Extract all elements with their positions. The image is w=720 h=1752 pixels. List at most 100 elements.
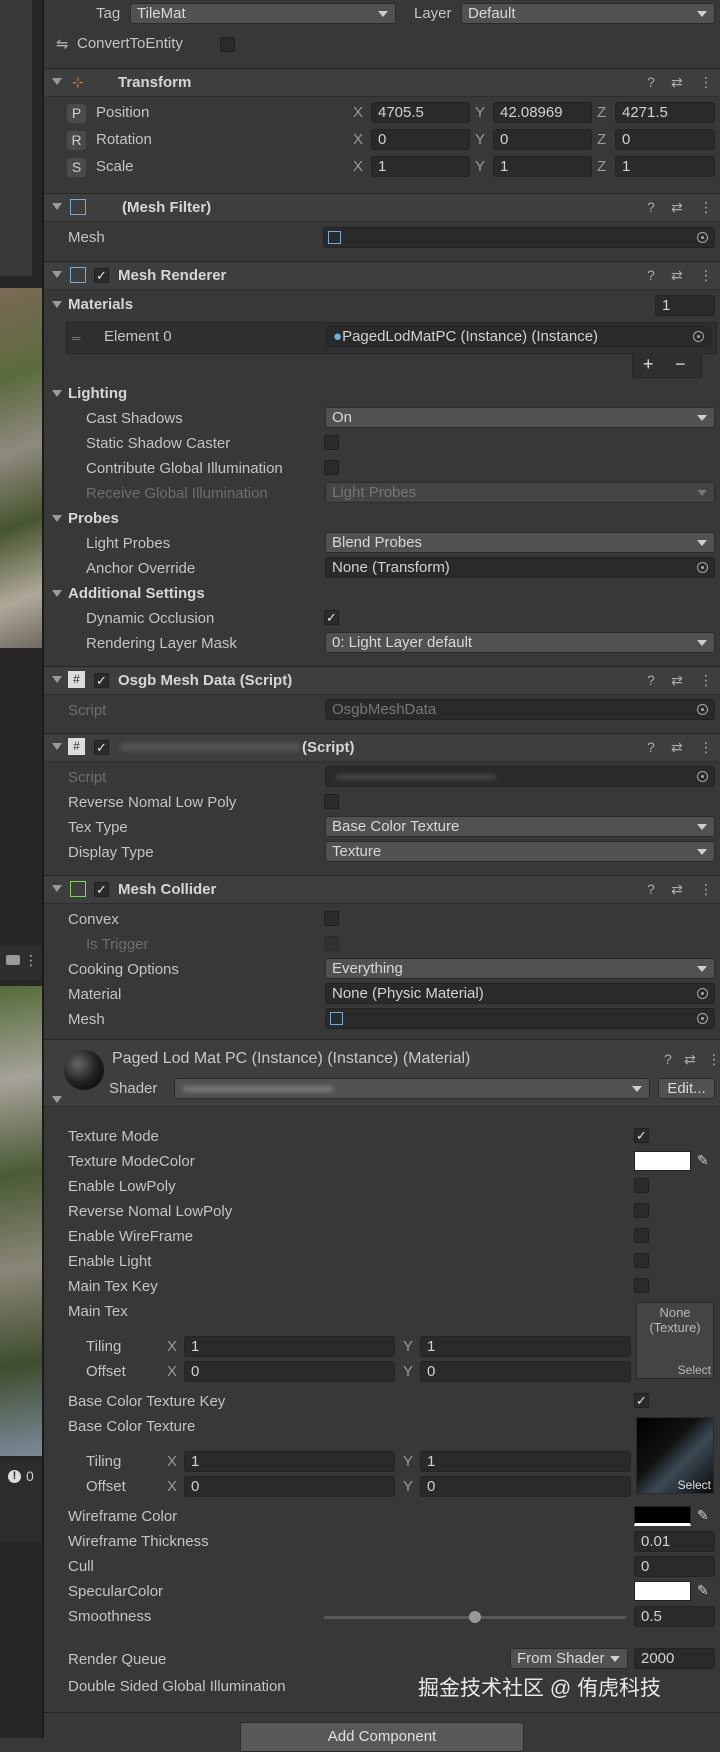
foldout-arrow-icon[interactable] — [52, 203, 62, 210]
remove-element-button[interactable]: − — [675, 354, 686, 375]
mesh-collider-header[interactable]: ✓ Mesh Collider ? ⇄ ⋮ — [44, 875, 720, 904]
foldout-arrow-icon[interactable] — [52, 78, 62, 85]
cooking-options-dropdown[interactable]: Everything — [325, 958, 715, 979]
display-type-dropdown[interactable]: Texture — [325, 841, 715, 862]
specular-color-swatch[interactable] — [634, 1581, 691, 1601]
foldout-arrow-icon[interactable] — [52, 271, 62, 278]
eyedropper-icon[interactable]: ✎ — [697, 1507, 709, 1524]
main-tex-slot[interactable]: None (Texture) Select — [636, 1302, 714, 1379]
main-tex-key-checkbox[interactable] — [634, 1278, 649, 1293]
mesh-field[interactable] — [323, 227, 715, 248]
additional-foldout-icon[interactable] — [52, 590, 62, 597]
enable-lowpoly-checkbox[interactable] — [634, 1178, 649, 1193]
position-y-input[interactable]: 42.08969 — [493, 102, 592, 123]
add-element-button[interactable]: + — [643, 354, 654, 375]
main-tex-tiling-y-input[interactable]: 1 — [420, 1336, 631, 1357]
mesh-filter-header[interactable]: (Mesh Filter) ? ⇄ ⋮ — [44, 193, 720, 222]
dynamic-occlusion-checkbox[interactable]: ✓ — [324, 610, 339, 625]
position-z-input[interactable]: 4271.5 — [615, 102, 715, 123]
anchor-override-field[interactable]: None (Transform) — [325, 557, 715, 578]
context-menu-icon[interactable]: ⋮ — [699, 267, 713, 284]
tag-dropdown[interactable]: TileMat — [130, 3, 396, 24]
texture-mode-color-swatch[interactable] — [634, 1151, 691, 1171]
object-picker-icon[interactable] — [697, 562, 708, 573]
custom-script-enabled-checkbox[interactable]: ✓ — [94, 740, 109, 755]
preset-icon[interactable]: ⇄ — [671, 267, 683, 284]
custom-script-header[interactable]: # ✓ (Script) ? ⇄ ⋮ — [44, 733, 720, 762]
help-icon[interactable]: ? — [647, 881, 655, 897]
base-tiling-x-input[interactable]: 1 — [184, 1451, 395, 1472]
base-color-select-button[interactable]: Select — [678, 1478, 711, 1492]
rendering-layer-dropdown[interactable]: 0: Light Layer default — [325, 632, 715, 653]
mesh-collider-enabled-checkbox[interactable]: ✓ — [94, 882, 109, 897]
foldout-arrow-icon[interactable] — [52, 676, 62, 683]
context-menu-icon[interactable]: ⋮ — [699, 739, 713, 756]
texture-mode-checkbox[interactable]: ✓ — [634, 1128, 649, 1143]
preset-icon[interactable]: ⇄ — [671, 739, 683, 756]
scene-viewport-lower[interactable] — [0, 986, 42, 1456]
help-icon[interactable]: ? — [647, 739, 655, 755]
preset-icon[interactable]: ⇄ — [684, 1051, 696, 1068]
cast-shadows-dropdown[interactable]: On — [325, 407, 715, 428]
element-0-field[interactable]: ●PagedLodMatPC (Instance) (Instance) — [326, 326, 711, 347]
base-color-tex-slot[interactable]: Select — [636, 1417, 714, 1494]
help-icon[interactable]: ? — [647, 74, 655, 90]
main-tex-offset-y-input[interactable]: 0 — [420, 1361, 631, 1382]
context-menu-icon[interactable]: ⋮ — [699, 672, 713, 689]
wireframe-color-swatch[interactable] — [634, 1506, 691, 1526]
context-menu-icon[interactable]: ⋮ — [699, 74, 713, 91]
materials-foldout-icon[interactable] — [52, 301, 62, 308]
enable-wireframe-checkbox[interactable] — [634, 1228, 649, 1243]
help-icon[interactable]: ? — [647, 267, 655, 283]
help-icon[interactable]: ? — [647, 672, 655, 688]
more-icon[interactable]: ⋮ — [24, 952, 38, 969]
preset-icon[interactable]: ⇄ — [671, 74, 683, 91]
drag-handle-icon[interactable]: ═ — [72, 331, 81, 345]
enable-light-checkbox[interactable] — [634, 1253, 649, 1268]
foldout-arrow-icon[interactable] — [52, 885, 62, 892]
contribute-gi-checkbox[interactable] — [324, 460, 339, 475]
preset-icon[interactable]: ⇄ — [671, 199, 683, 216]
position-x-input[interactable]: 4705.5 — [371, 102, 470, 123]
add-component-button[interactable]: Add Component — [240, 1722, 524, 1752]
context-menu-icon[interactable]: ⋮ — [707, 1051, 720, 1068]
preset-icon[interactable]: ⇄ — [671, 672, 683, 689]
convert-checkbox[interactable] — [220, 37, 235, 52]
context-menu-icon[interactable]: ⋮ — [699, 199, 713, 216]
mesh-renderer-enabled-checkbox[interactable]: ✓ — [94, 268, 109, 283]
layer-dropdown[interactable]: Default — [461, 3, 715, 24]
object-picker-icon[interactable] — [697, 232, 708, 243]
main-tex-tiling-x-input[interactable]: 1 — [184, 1336, 395, 1357]
base-tiling-y-input[interactable]: 1 — [420, 1451, 631, 1472]
cull-input[interactable]: 0 — [634, 1556, 715, 1577]
main-tex-select-button[interactable]: Select — [678, 1363, 711, 1377]
context-menu-icon[interactable]: ⋮ — [699, 881, 713, 898]
render-queue-input[interactable]: 2000 — [634, 1648, 715, 1669]
base-color-key-checkbox[interactable]: ✓ — [634, 1393, 649, 1408]
materials-count-input[interactable]: 1 — [655, 295, 715, 316]
smoothness-slider-thumb[interactable] — [469, 1611, 481, 1623]
eyedropper-icon[interactable]: ✎ — [697, 1582, 709, 1599]
render-queue-dropdown[interactable]: From Shader — [510, 1648, 628, 1669]
object-picker-icon[interactable] — [697, 988, 708, 999]
edit-shader-button[interactable]: Edit... — [658, 1078, 715, 1099]
tex-type-dropdown[interactable]: Base Color Texture — [325, 816, 715, 837]
transform-header[interactable]: ⊹ Transform ? ⇄ ⋮ — [44, 68, 720, 97]
object-picker-icon[interactable] — [693, 331, 704, 342]
mesh-renderer-header[interactable]: ✓ Mesh Renderer ? ⇄ ⋮ — [44, 261, 720, 290]
light-probes-dropdown[interactable]: Blend Probes — [325, 532, 715, 553]
main-tex-offset-x-input[interactable]: 0 — [184, 1361, 395, 1382]
object-picker-icon[interactable] — [697, 1013, 708, 1024]
lighting-foldout-icon[interactable] — [52, 390, 62, 397]
eyedropper-icon[interactable]: ✎ — [697, 1152, 709, 1169]
reverse-lowpoly-checkbox[interactable] — [634, 1203, 649, 1218]
wireframe-thickness-input[interactable]: 0.01 — [634, 1531, 715, 1552]
scale-z-input[interactable]: 1 — [615, 156, 715, 177]
rotation-z-input[interactable]: 0 — [615, 129, 715, 150]
scene-viewport-upper[interactable] — [0, 288, 42, 648]
help-icon[interactable]: ? — [664, 1051, 672, 1067]
scale-x-input[interactable]: 1 — [371, 156, 470, 177]
osgb-enabled-checkbox[interactable]: ✓ — [94, 673, 109, 688]
shader-dropdown[interactable] — [174, 1078, 650, 1099]
osgb-script-header[interactable]: # ✓ Osgb Mesh Data (Script) ? ⇄ ⋮ — [44, 666, 720, 695]
